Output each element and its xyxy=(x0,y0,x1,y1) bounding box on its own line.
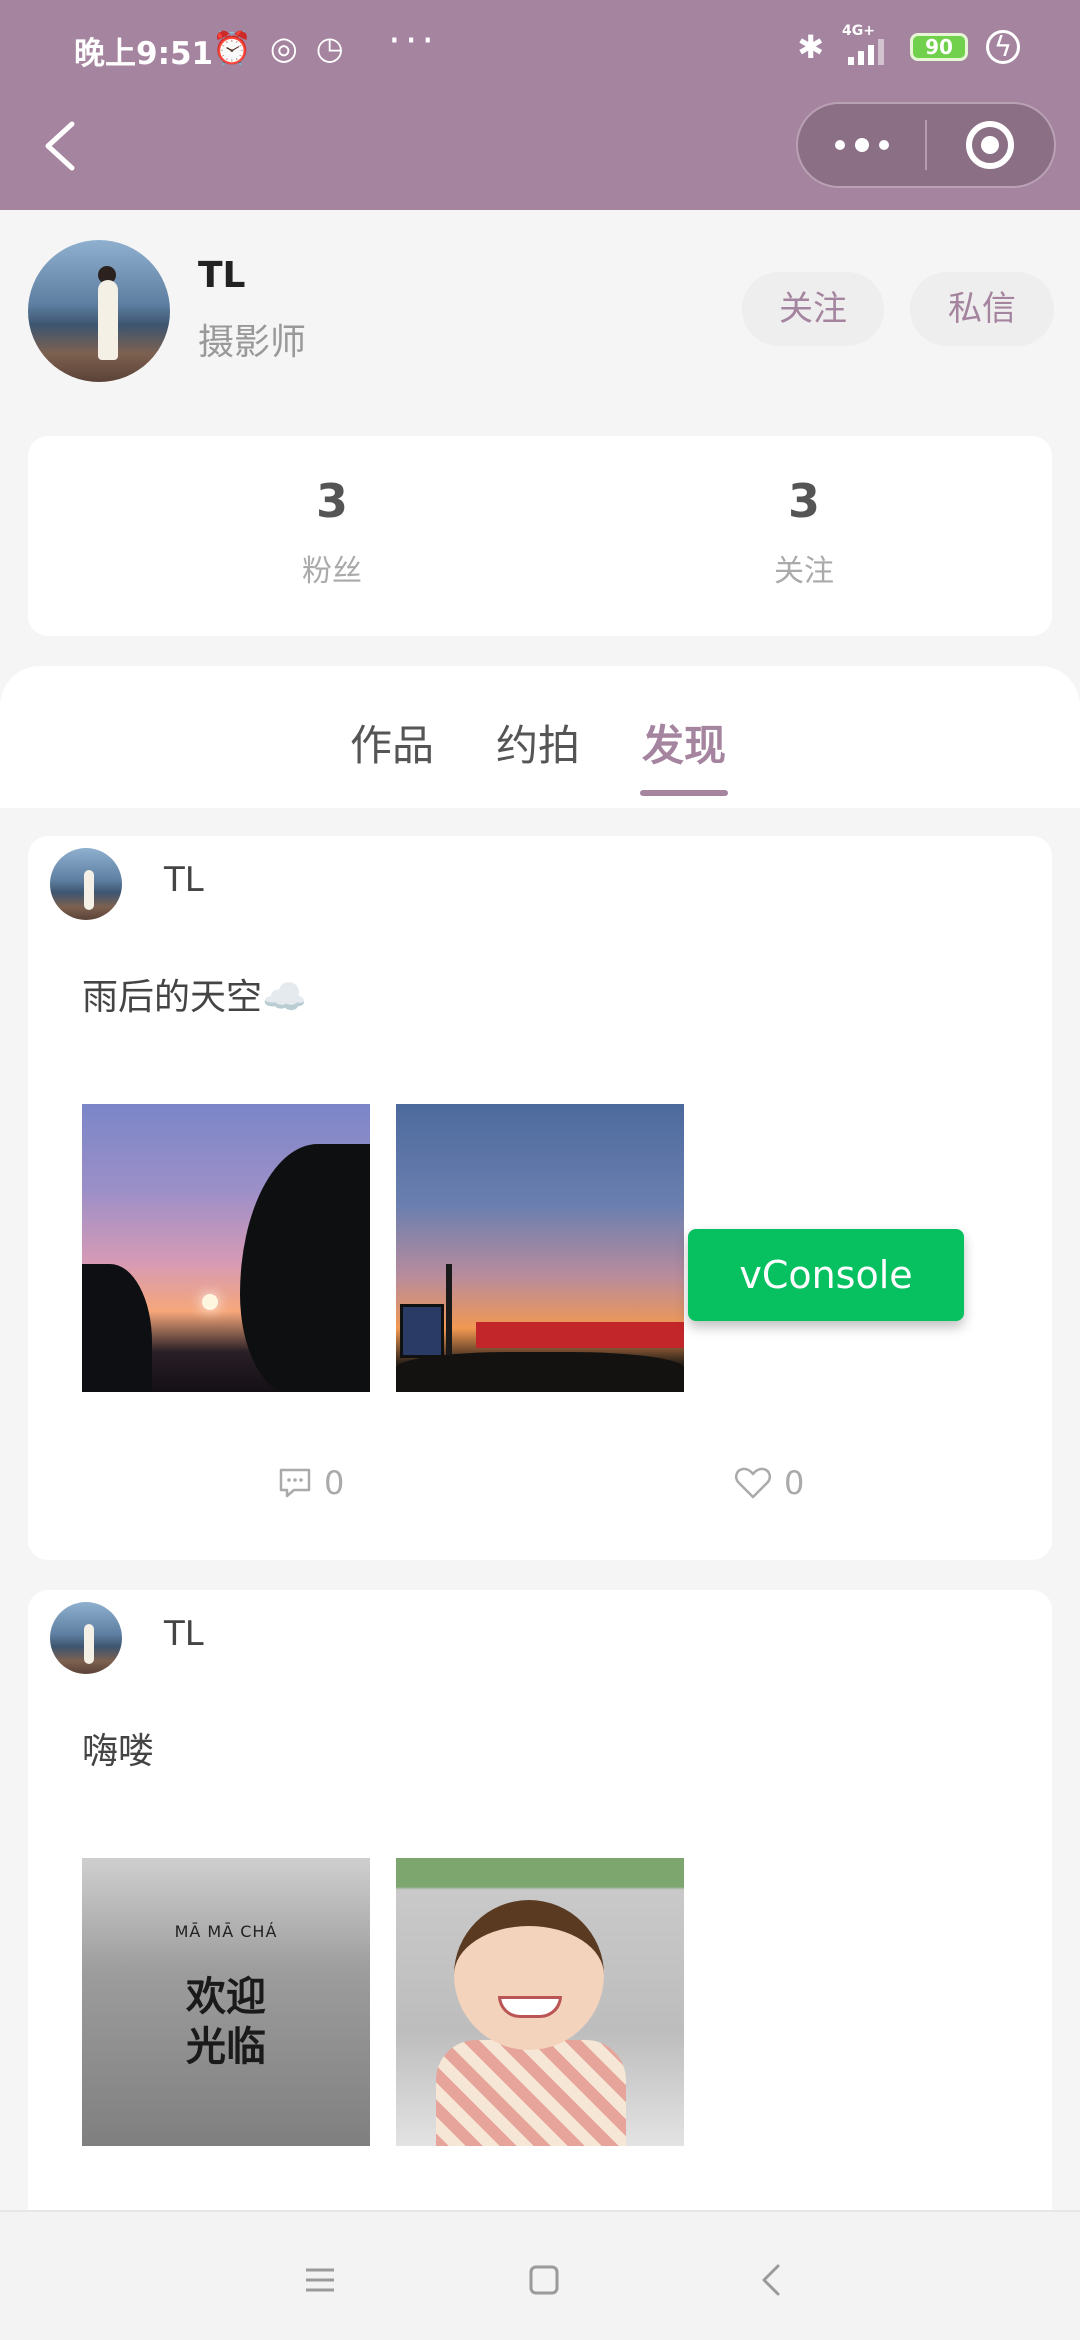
home-square-icon xyxy=(529,2265,559,2295)
close-button[interactable] xyxy=(927,102,1054,188)
post-actions: 0 0 xyxy=(28,1464,1052,1514)
top-bar: 晚上9:51 ⏰ ◎ ◷ ··· ✱ 4G+ 90 ϟ xyxy=(0,0,1080,210)
network-label: 4G+ xyxy=(842,23,875,39)
dot-icon xyxy=(834,140,845,150)
active-tab-indicator xyxy=(640,790,728,796)
message-button[interactable]: 私信 xyxy=(910,272,1054,346)
more-notifications-icon: ··· xyxy=(388,18,439,64)
dot-icon xyxy=(878,140,889,150)
bluetooth-icon: ✱ xyxy=(797,28,824,66)
like-count: 0 xyxy=(784,1464,805,1502)
profile-name: TL xyxy=(198,255,246,296)
more-button[interactable] xyxy=(798,102,925,188)
post-card[interactable]: TL 雨后的天空☁️ 0 0 xyxy=(28,836,1052,1560)
mini-program-capsule xyxy=(796,102,1056,188)
clock-icon: ◷ xyxy=(315,29,344,67)
chevron-left-icon xyxy=(762,2264,780,2296)
comment-count: 0 xyxy=(324,1464,345,1502)
alarm-icon: ⏰ xyxy=(212,29,252,67)
comment-icon xyxy=(279,1468,311,1498)
follow-button[interactable]: 关注 xyxy=(742,272,884,346)
status-icons: ⏰ ◎ ◷ xyxy=(212,28,344,68)
profile-header: TL 摄影师 关注 私信 xyxy=(0,210,1080,420)
vconsole-button[interactable]: vConsole xyxy=(688,1229,964,1321)
fans-stat[interactable]: 3 粉丝 xyxy=(232,474,432,590)
post-text: 嗨喽 xyxy=(82,1731,155,1772)
tab-works[interactable]: 作品 xyxy=(350,712,434,773)
back-button[interactable] xyxy=(40,118,80,174)
following-count: 3 xyxy=(787,474,820,528)
fans-label: 粉丝 xyxy=(302,554,362,589)
dot-icon xyxy=(854,138,869,152)
photo-sign-brand: MĀ MĀ CHÁ xyxy=(174,1922,278,1941)
screen: 晚上9:51 ⏰ ◎ ◷ ··· ✱ 4G+ 90 ϟ TL 摄影师 关注 私信… xyxy=(0,0,1080,2340)
tab-shoot[interactable]: 约拍 xyxy=(496,712,580,773)
recent-apps-button[interactable] xyxy=(292,2252,348,2308)
charging-icon: ϟ xyxy=(986,30,1020,64)
system-nav-bar xyxy=(0,2210,1080,2340)
like-button[interactable]: 0 xyxy=(734,1464,804,1502)
target-icon xyxy=(966,121,1015,169)
post-text: 雨后的天空☁️ xyxy=(82,977,307,1018)
post-photo[interactable] xyxy=(396,1858,684,2146)
chevron-left-icon xyxy=(45,121,75,171)
tab-discover[interactable]: 发现 xyxy=(642,712,726,773)
following-label: 关注 xyxy=(774,554,834,589)
comment-button[interactable]: 0 xyxy=(278,1464,344,1502)
post-photo[interactable]: MĀ MĀ CHÁ 欢迎 光临 xyxy=(82,1858,370,2146)
status-right: ✱ 4G+ 90 ϟ xyxy=(797,23,1020,66)
music-icon: ◎ xyxy=(269,29,298,67)
post-author[interactable]: TL xyxy=(164,1614,204,1654)
profile-role: 摄影师 xyxy=(198,322,307,363)
status-time: 晚上9:51 xyxy=(74,36,214,72)
heart-icon xyxy=(734,1467,772,1499)
post-author[interactable]: TL xyxy=(164,860,204,900)
home-button[interactable] xyxy=(516,2252,572,2308)
post-avatar[interactable] xyxy=(50,1602,122,1674)
post-photo[interactable] xyxy=(82,1104,370,1392)
following-stat[interactable]: 3 关注 xyxy=(704,474,904,590)
fans-count: 3 xyxy=(315,474,348,528)
post-photo[interactable] xyxy=(396,1104,684,1392)
photo-sign-text: 欢迎 光临 xyxy=(186,1974,266,2070)
signal-icon: 4G+ xyxy=(842,23,892,65)
battery-icon: 90 xyxy=(910,33,968,61)
content-tabs: 作品 约拍 发现 xyxy=(0,666,1080,808)
post-avatar[interactable] xyxy=(50,848,122,920)
stats-card: 3 粉丝 3 关注 xyxy=(28,436,1052,636)
avatar[interactable] xyxy=(28,240,170,382)
system-back-button[interactable] xyxy=(744,2252,800,2308)
menu-icon xyxy=(306,2268,334,2292)
